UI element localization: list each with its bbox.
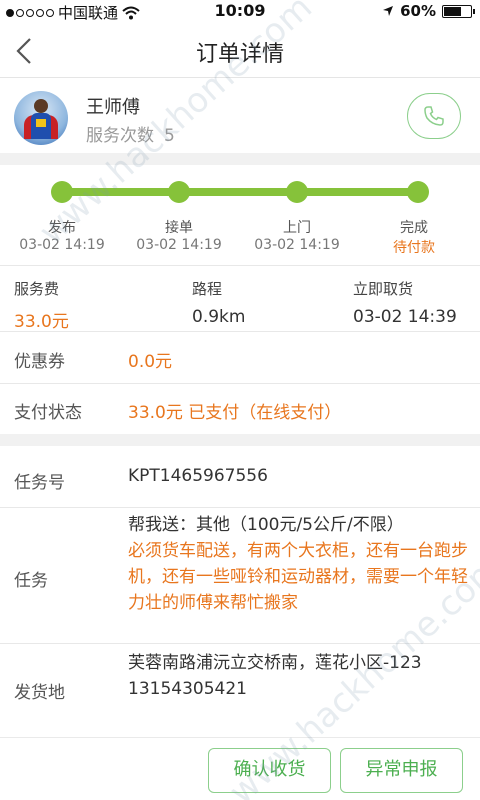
origin-content: 芙蓉南路浦沅立交桥南，莲花小区-123 13154305421 bbox=[128, 650, 428, 702]
progress-node bbox=[286, 181, 308, 203]
step-label-arrive: 上门 bbox=[283, 220, 311, 236]
fee-label: 服务费 bbox=[14, 280, 60, 298]
payment-label: 支付状态 bbox=[14, 403, 82, 423]
origin-phone: 13154305421 bbox=[128, 679, 247, 699]
coupon-label: 优惠券 bbox=[14, 352, 65, 372]
distance-label: 路程 bbox=[192, 280, 223, 298]
order-progress: 发布 接单 上门 完成 03-02 14:19 03-02 14:19 03-0… bbox=[0, 165, 480, 265]
task-number-row: 任务号 KPT1465967556 bbox=[0, 446, 480, 508]
progress-node bbox=[51, 181, 73, 203]
fee-value: 33.0元 bbox=[14, 312, 69, 332]
task-description: 必须货车配送，有两个大衣柜，还有一台跑步机，还有一些哑铃和运动器材，需要一个年轻… bbox=[128, 541, 468, 613]
action-bar: 确认收货 异常申报 bbox=[0, 737, 480, 800]
location-arrow-icon bbox=[383, 6, 394, 16]
origin-row: 发货地 芙蓉南路浦沅立交桥南，莲花小区-123 13154305421 bbox=[0, 644, 480, 737]
status-bar: 中国联通 10:09 60% bbox=[0, 0, 480, 22]
distance-value: 0.9km bbox=[192, 307, 246, 327]
pickup-label: 立即取货 bbox=[353, 280, 414, 298]
phone-icon bbox=[424, 106, 444, 126]
task-type: 帮我送：其他（100元/5公斤/不限） bbox=[128, 515, 404, 535]
status-right: 60% bbox=[382, 2, 475, 20]
step-label-accept: 接单 bbox=[165, 220, 193, 236]
step-label-complete: 完成 bbox=[400, 220, 428, 236]
payment-value: 33.0元 已支付（在线支付） bbox=[128, 403, 342, 423]
section-divider bbox=[0, 153, 480, 165]
section-divider bbox=[0, 434, 480, 446]
call-button[interactable] bbox=[407, 93, 461, 139]
nav-bar: 订单详情 bbox=[0, 22, 480, 78]
service-count-value: 5 bbox=[164, 126, 175, 146]
battery-percent: 60% bbox=[400, 2, 436, 20]
pickup-value: 03-02 14:39 bbox=[353, 307, 457, 327]
service-count: 服务次数 5 bbox=[86, 121, 175, 146]
step-time-accept: 03-02 14:19 bbox=[136, 237, 222, 253]
task-content: 帮我送：其他（100元/5公斤/不限） 必须货车配送，有两个大衣柜，还有一台跑步… bbox=[128, 512, 468, 616]
origin-label: 发货地 bbox=[14, 683, 65, 703]
courier-name: 王师傅 bbox=[86, 97, 140, 118]
courier-card: 王师傅 服务次数 5 bbox=[0, 79, 480, 153]
battery-icon bbox=[442, 4, 475, 18]
confirm-receipt-button[interactable]: 确认收货 bbox=[208, 748, 331, 793]
task-label: 任务 bbox=[14, 571, 48, 591]
task-number-label: 任务号 bbox=[14, 473, 65, 493]
payment-row: 支付状态 33.0元 已支付（在线支付） bbox=[0, 384, 480, 434]
step-time-publish: 03-02 14:19 bbox=[19, 237, 105, 253]
origin-address: 芙蓉南路浦沅立交桥南，莲花小区-123 bbox=[128, 653, 422, 673]
service-count-label: 服务次数 bbox=[86, 126, 154, 146]
task-number-value: KPT1465967556 bbox=[128, 466, 268, 486]
report-exception-button[interactable]: 异常申报 bbox=[340, 748, 463, 793]
step-label-publish: 发布 bbox=[48, 220, 76, 236]
progress-track bbox=[62, 188, 418, 196]
coupon-value: 0.0元 bbox=[128, 352, 173, 372]
progress-node bbox=[168, 181, 190, 203]
avatar bbox=[14, 91, 68, 145]
page-title: 订单详情 bbox=[195, 42, 284, 67]
order-summary: 服务费 33.0元 路程 0.9km 立即取货 03-02 14:39 bbox=[0, 265, 480, 332]
step-time-arrive: 03-02 14:19 bbox=[254, 237, 340, 253]
progress-node bbox=[407, 181, 429, 203]
task-row: 任务 帮我送：其他（100元/5公斤/不限） 必须货车配送，有两个大衣柜，还有一… bbox=[0, 508, 480, 644]
step-status-complete: 待付款 bbox=[393, 240, 435, 256]
coupon-row: 优惠券 0.0元 bbox=[0, 332, 480, 384]
